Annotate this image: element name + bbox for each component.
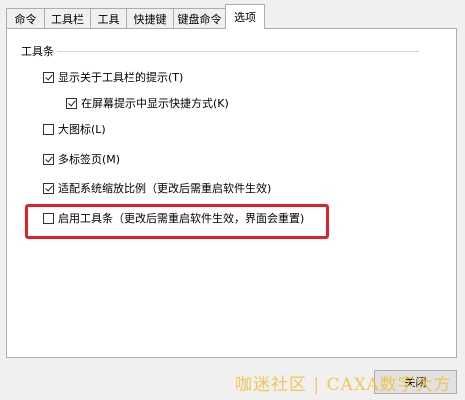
option-show-toolbar-tips[interactable]: 显示关于工具栏的提示(T) (43, 69, 183, 85)
tab-keyboard-commands[interactable]: 键盘命令 (173, 8, 226, 28)
tab-toolbars[interactable]: 工具栏 (44, 8, 91, 28)
group-divider (57, 51, 419, 52)
tab-commands[interactable]: 命令 (6, 8, 45, 28)
checkbox-toolbar-tips[interactable] (43, 71, 54, 83)
tab-shortcuts[interactable]: 快捷键 (126, 8, 174, 28)
checkbox-adapt-scaling[interactable] (43, 182, 54, 194)
option-large-icons[interactable]: 大图标(L) (43, 121, 106, 137)
tab-label: 工具栏 (51, 12, 84, 26)
tab-tools[interactable]: 工具 (90, 8, 127, 28)
tab-label: 选项 (234, 11, 256, 24)
option-label: 启用工具条（更改后需重启软件生效，界面会重置) (58, 212, 305, 225)
option-enable-toolbar[interactable]: 启用工具条（更改后需重启软件生效，界面会重置) (43, 210, 304, 226)
tab-label: 工具 (97, 12, 120, 26)
option-label: 在屏幕提示中显示快捷方式(K) (81, 97, 229, 110)
tab-label: 快捷键 (133, 12, 167, 26)
options-panel: 工具条 显示关于工具栏的提示(T) 在屏幕提示中显示快捷方式(K) 大图标(L)… (6, 28, 457, 358)
checkbox-large-icons[interactable] (43, 123, 54, 135)
tab-options[interactable]: 选项 (225, 4, 265, 29)
tab-label: 键盘命令 (177, 12, 222, 26)
checkbox-shortcuts-in-tips[interactable] (66, 97, 77, 109)
option-label: 适配系统缩放比例（更改后需重启软件生效) (58, 182, 272, 195)
option-adapt-system-scaling[interactable]: 适配系统缩放比例（更改后需重启软件生效) (43, 180, 271, 196)
option-label: 大图标(L) (58, 123, 106, 136)
checkbox-multi-tabs[interactable] (43, 153, 54, 165)
checkbox-enable-toolbar[interactable] (43, 212, 54, 224)
tab-label: 命令 (14, 12, 37, 26)
tab-bar: 命令 工具栏 工具 快捷键 键盘命令 选项 (0, 0, 465, 29)
option-label: 多标签页(M) (58, 153, 121, 166)
group-title: 工具条 (21, 43, 56, 59)
option-multi-tabs[interactable]: 多标签页(M) (43, 151, 120, 167)
watermark: 咖迷社区 | CAXA数字大方 (235, 375, 452, 395)
option-show-shortcuts-in-tips[interactable]: 在屏幕提示中显示快捷方式(K) (66, 95, 229, 111)
option-label: 显示关于工具栏的提示(T) (58, 71, 184, 84)
